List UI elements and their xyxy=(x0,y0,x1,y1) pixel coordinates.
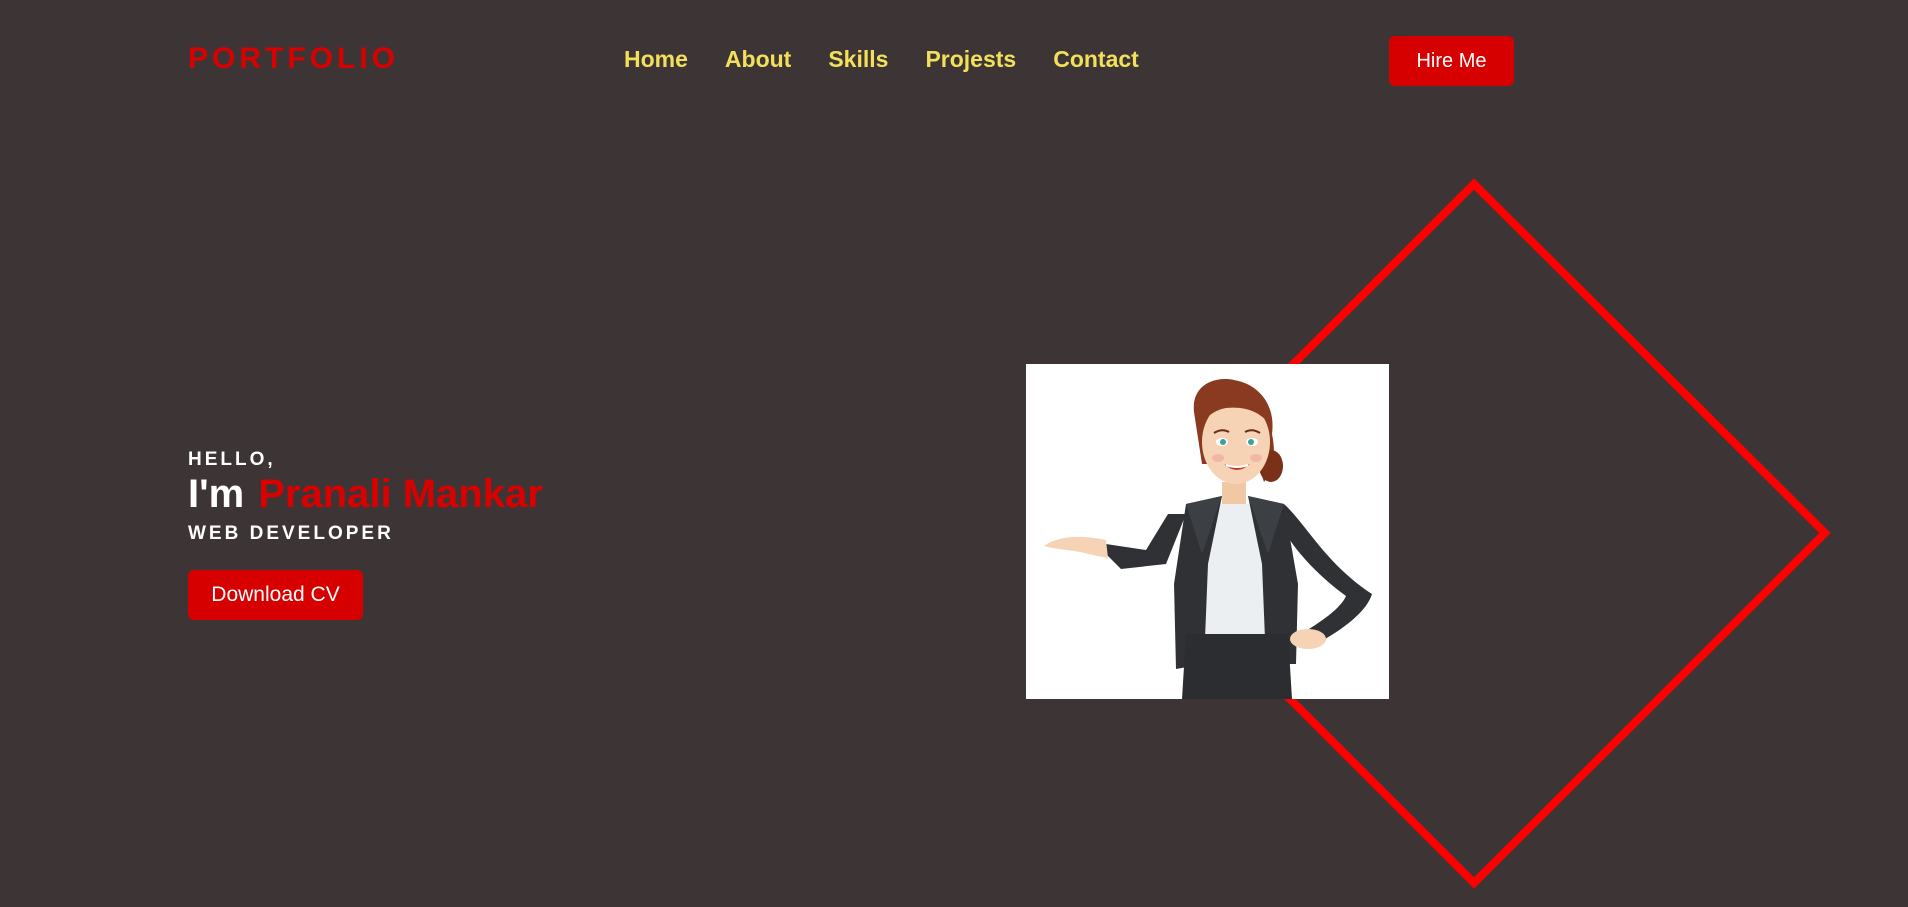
greeting: HELLO, xyxy=(188,449,276,470)
nav-contact[interactable]: Contact xyxy=(1053,46,1139,73)
download-cv-button[interactable]: Download CV xyxy=(188,570,363,620)
hire-me-button[interactable]: Hire Me xyxy=(1389,36,1514,86)
avatar xyxy=(1026,364,1389,699)
job-role: WEB DEVELOPER xyxy=(188,523,394,544)
intro-heading: I'm Pranali Mankar xyxy=(188,472,543,517)
nav-home[interactable]: Home xyxy=(624,46,688,73)
person-name: Pranali Mankar xyxy=(258,472,543,516)
intro-prefix: I'm xyxy=(188,472,245,516)
logo[interactable]: PORTFOLIO xyxy=(188,42,399,76)
page: PORTFOLIO Home About Skills Projests Con… xyxy=(0,0,1908,907)
main-nav: Home About Skills Projests Contact xyxy=(624,46,1176,73)
red-diamond-outline xyxy=(1118,178,1831,889)
nav-skills[interactable]: Skills xyxy=(828,46,888,73)
businesswoman-illustration-icon xyxy=(1026,364,1389,699)
nav-about[interactable]: About xyxy=(725,46,791,73)
nav-projects[interactable]: Projests xyxy=(925,46,1016,73)
